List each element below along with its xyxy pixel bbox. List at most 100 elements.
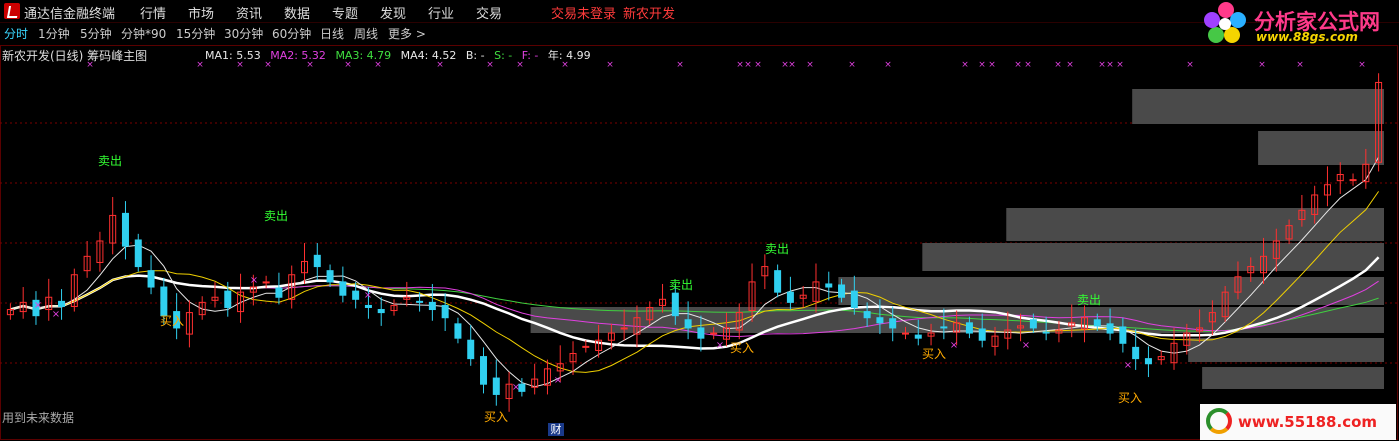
tab-more[interactable]: 更多 >	[388, 25, 426, 42]
low-signal-mark: ×	[512, 382, 520, 393]
stock-name-label: 新农开发	[623, 7, 676, 22]
app-title: 通达信金融终端	[24, 7, 116, 22]
candle-body	[377, 309, 385, 314]
top-signal-mark: ×	[788, 60, 796, 70]
candle-body	[863, 311, 871, 319]
top-signal-mark: ×	[1024, 60, 1032, 70]
ma4-value: MA4: 4.52	[400, 49, 457, 62]
tab-5min[interactable]: 5分钟	[80, 25, 112, 42]
candle-body	[774, 270, 782, 293]
candle-body	[480, 356, 488, 385]
candle-body	[467, 339, 475, 360]
top-signal-mark: ×	[848, 60, 856, 70]
low-signal-mark: ×	[52, 309, 60, 320]
f-value: F: -	[521, 49, 539, 62]
buy-value: B: -	[465, 49, 485, 62]
buy-signal: 买入	[922, 347, 946, 361]
tab-1min[interactable]: 1分钟	[38, 25, 70, 42]
chip-peak-bar	[922, 243, 1384, 271]
low-signal-mark: ×	[250, 275, 258, 286]
buy-signal: 买入	[730, 341, 754, 355]
menu-item-market[interactable]: 市场	[188, 3, 214, 22]
candle-body	[121, 212, 129, 247]
future-data-note: 用到未来数据	[2, 411, 75, 425]
tab-30min[interactable]: 30分钟	[224, 25, 263, 42]
low-signal-mark: ×	[34, 300, 42, 311]
candle-body	[940, 326, 948, 329]
chip-peak-bar	[1202, 367, 1384, 389]
candle-body	[352, 290, 360, 300]
top-signal-mark: ×	[1106, 60, 1114, 70]
menu-item-data[interactable]: 数据	[284, 3, 310, 22]
candle-body	[850, 290, 858, 308]
tab-daily[interactable]: 日线	[320, 25, 344, 42]
kline-chart-area[interactable]: × × × × × × × × × × × × × × × × × × × × × × × × × × × × × × × × × × × 卖出 卖出卖…	[0, 45, 1399, 441]
candle-body	[160, 286, 168, 317]
top-signal-mark: ×	[1098, 60, 1106, 70]
period-tabs: 分时 1分钟 5分钟 分钟*90 15分钟 30分钟 60分钟 日线 周线 更多…	[0, 24, 900, 42]
top-signal-mark: ×	[1186, 60, 1194, 70]
menu-item-topic[interactable]: 专题	[332, 3, 358, 22]
chart-title: 新农开发(日线) 筹码峰主图	[2, 49, 148, 63]
sell-signal: 卖出	[669, 278, 693, 292]
low-signal-mark: ×	[950, 340, 958, 351]
watermark-55188: www.55188.com	[1200, 404, 1396, 440]
tab-15min[interactable]: 15分钟	[176, 25, 215, 42]
candle-body	[914, 334, 922, 339]
menu-item-industry[interactable]: 行业	[428, 3, 454, 22]
candle-body	[147, 270, 155, 288]
candle-body	[1132, 346, 1140, 360]
candle-body	[1042, 331, 1050, 334]
top-signal-mark: ×	[754, 60, 762, 70]
buy-signal: 买入	[1118, 391, 1142, 405]
top-signal-mark: ×	[806, 60, 814, 70]
tab-intraday[interactable]: 分时	[4, 25, 28, 42]
low-signal-mark: ×	[364, 290, 372, 301]
top-signal-mark: ×	[988, 60, 996, 70]
chip-peak-bar	[1258, 131, 1384, 165]
ma3-value: MA3: 4.79	[335, 49, 392, 62]
finance-badge[interactable]: 财	[548, 423, 564, 436]
top-signal-mark: ×	[744, 60, 752, 70]
sell-signal: 卖出	[1077, 293, 1101, 307]
candle-body	[416, 300, 424, 303]
candle-body	[889, 318, 897, 329]
ring-logo-icon	[1206, 408, 1232, 434]
candle-body	[454, 323, 462, 339]
sell-signal: 卖出	[98, 154, 122, 168]
tab-weekly[interactable]: 周线	[354, 25, 378, 42]
sell-signal: 卖出	[765, 242, 789, 256]
top-signal-mark: ×	[736, 60, 744, 70]
candle-body	[838, 284, 846, 298]
candle-body	[697, 327, 705, 339]
top-signal-mark: ×	[1054, 60, 1062, 70]
top-signal-mark: ×	[1258, 60, 1266, 70]
candle-body	[339, 281, 347, 296]
kline-chart[interactable]: × × × × × × × × × × × × × × × × × × × × × × × × × × × × × × × × × × ×卖出卖出卖…	[0, 45, 1399, 441]
ma1-value: MA1: 5.53	[205, 49, 261, 62]
buy-signal: 买入	[484, 410, 508, 424]
candle-body	[1144, 358, 1152, 365]
candle-body	[978, 328, 986, 341]
top-signal-mark: ×	[1358, 60, 1366, 70]
trade-login-status[interactable]: 交易未登录	[551, 3, 616, 22]
candle-body	[134, 239, 142, 268]
candle-body	[876, 317, 884, 324]
top-signal-mark: ×	[196, 60, 204, 70]
chip-peak-bar	[1132, 89, 1384, 124]
buy-signal: 买入	[160, 314, 184, 328]
menu-item-quotes[interactable]: 行情	[140, 3, 166, 22]
candle-body	[224, 290, 232, 308]
tab-60min[interactable]: 60分钟	[272, 25, 311, 42]
tab-min90[interactable]: 分钟*90	[121, 25, 166, 42]
menu-item-discover[interactable]: 发现	[380, 3, 406, 22]
candle-body	[1106, 323, 1114, 334]
watermark-url: www.88gs.com	[1256, 30, 1358, 44]
app-logo-icon	[4, 3, 20, 19]
menu-item-trade[interactable]: 交易	[476, 3, 502, 22]
top-signal-mark: ×	[1014, 60, 1022, 70]
candle-body	[1119, 326, 1127, 344]
top-signal-mark: ×	[978, 60, 986, 70]
top-signal-mark: ×	[884, 60, 892, 70]
menu-item-news[interactable]: 资讯	[236, 3, 262, 22]
